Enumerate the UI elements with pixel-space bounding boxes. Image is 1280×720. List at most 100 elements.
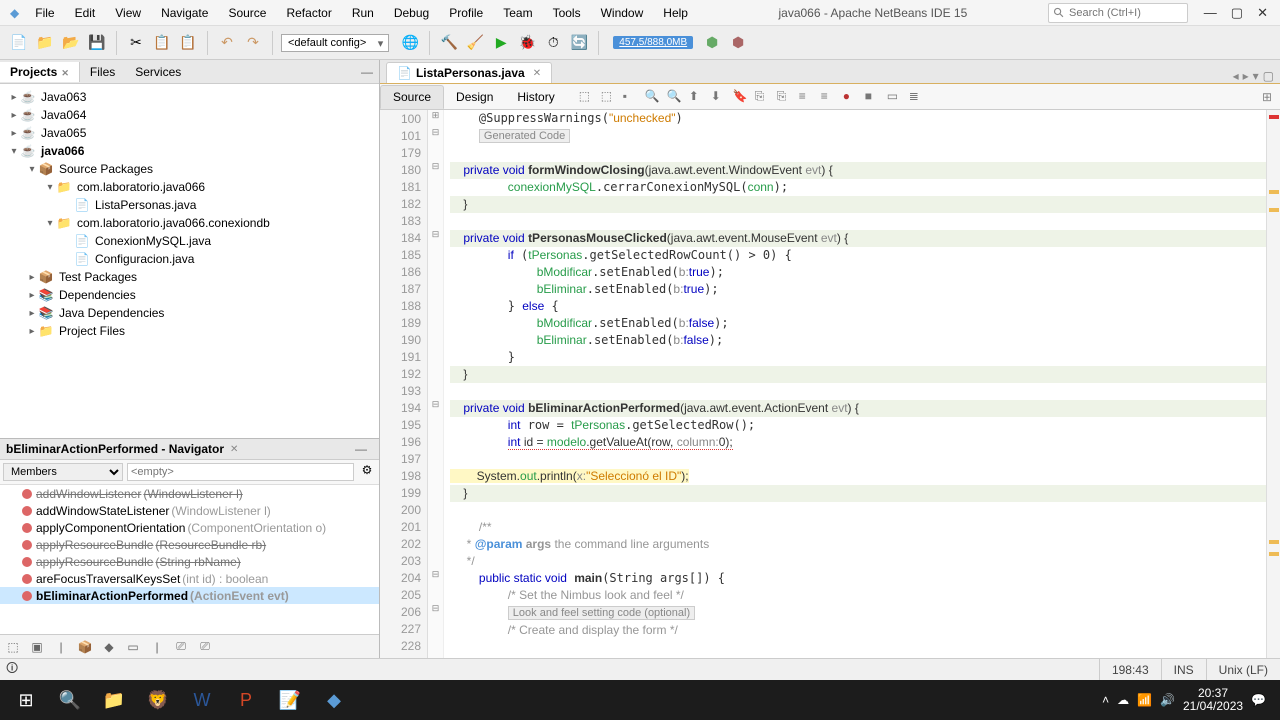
- et-prev[interactable]: ⬆: [689, 89, 705, 105]
- subtab-source[interactable]: Source: [380, 85, 444, 109]
- panel-minimize[interactable]: —: [355, 65, 379, 79]
- navigator-item[interactable]: applyResourceBundle(String rbName): [0, 553, 379, 570]
- et-ic14[interactable]: ▭: [887, 89, 903, 105]
- run-icon[interactable]: ▶: [490, 32, 512, 54]
- menu-source[interactable]: Source: [218, 2, 276, 24]
- tray-wifi-icon[interactable]: 📶: [1137, 693, 1152, 707]
- tray-onedrive-icon[interactable]: ☁: [1117, 693, 1129, 707]
- et-ic15[interactable]: ≣: [909, 89, 925, 105]
- tree-row[interactable]: ▾📁com.laboratorio.java066.conexiondb: [2, 214, 377, 232]
- menu-edit[interactable]: Edit: [65, 2, 106, 24]
- navigator-item[interactable]: addWindowListener(WindowListener l): [0, 485, 379, 502]
- status-notification-icon[interactable]: 🛈: [0, 659, 18, 680]
- menu-debug[interactable]: Debug: [384, 2, 439, 24]
- navigator-item[interactable]: applyComponentOrientation(ComponentOrien…: [0, 519, 379, 536]
- et-find[interactable]: 🔍: [645, 89, 661, 105]
- et-next[interactable]: ⬇: [711, 89, 727, 105]
- tree-row[interactable]: ▸☕Java064: [2, 106, 377, 124]
- tab-projects[interactable]: Projects✕: [0, 62, 80, 82]
- tree-row[interactable]: 📄ConexionMySQL.java: [2, 232, 377, 250]
- code-editor[interactable]: @SuppressWarnings("unchecked") Generated…: [444, 110, 1266, 658]
- cut-icon[interactable]: ✂: [125, 32, 147, 54]
- taskbar-notepad[interactable]: 📝: [268, 680, 312, 720]
- tray-notifications-icon[interactable]: 💬: [1251, 693, 1266, 707]
- navigator-item[interactable]: bEliminarActionPerformed(ActionEvent evt…: [0, 587, 379, 604]
- config-dropdown[interactable]: <default config>: [281, 34, 389, 52]
- navigator-list[interactable]: addWindowListener(WindowListener l)addWi…: [0, 485, 379, 634]
- tree-row[interactable]: ▾☕java066: [2, 142, 377, 160]
- tab-prev-icon[interactable]: ◂: [1233, 69, 1239, 83]
- new-file-icon[interactable]: 📄: [8, 32, 30, 54]
- tree-row[interactable]: ▸📁Project Files: [2, 322, 377, 340]
- navigator-item[interactable]: areFocusTraversalKeysSet(int id) : boole…: [0, 570, 379, 587]
- minimize-button[interactable]: —: [1204, 5, 1217, 21]
- et-ic9[interactable]: ⎘: [777, 89, 793, 105]
- globe-icon[interactable]: 🌐: [399, 32, 421, 54]
- tray-volume-icon[interactable]: 🔊: [1160, 693, 1175, 707]
- nav-ic5[interactable]: ▭: [124, 640, 142, 654]
- taskbar-word[interactable]: W: [180, 680, 224, 720]
- et-ic2[interactable]: ⬚: [601, 89, 617, 105]
- menu-view[interactable]: View: [105, 2, 151, 24]
- line-gutter[interactable]: 1001011791801811821831841851861871881891…: [380, 110, 428, 658]
- gc-icon[interactable]: ⬢: [727, 32, 749, 54]
- navigator-config-icon[interactable]: ⚙: [358, 463, 376, 481]
- editor-tab-listapersonas[interactable]: 📄 ListaPersonas.java ✕: [386, 62, 552, 83]
- debug-icon[interactable]: 🐞: [516, 32, 538, 54]
- memory-indicator[interactable]: 457,5/888,0MB: [613, 36, 693, 49]
- nav-ic3[interactable]: 📦: [76, 640, 94, 654]
- taskbar-brave[interactable]: 🦁: [136, 680, 180, 720]
- copy-icon[interactable]: 📋: [151, 32, 173, 54]
- editor-split-icon[interactable]: ⊞: [1254, 90, 1280, 104]
- status-insert-mode[interactable]: INS: [1161, 659, 1206, 680]
- clean-build-icon[interactable]: 🧹: [464, 32, 486, 54]
- close-button[interactable]: ✕: [1257, 5, 1268, 21]
- tree-row[interactable]: ▸📚Java Dependencies: [2, 304, 377, 322]
- search-input[interactable]: [1069, 7, 1183, 19]
- menu-tools[interactable]: Tools: [543, 2, 591, 24]
- navigator-minimize[interactable]: —: [349, 442, 373, 456]
- tree-row[interactable]: ▸📦Test Packages: [2, 268, 377, 286]
- navigator-close[interactable]: ✕: [230, 444, 238, 455]
- nav-ic4[interactable]: ◆: [100, 640, 118, 654]
- tree-row[interactable]: ▾📦Source Packages: [2, 160, 377, 178]
- et-stop[interactable]: ■: [865, 89, 881, 105]
- menu-refactor[interactable]: Refactor: [276, 2, 341, 24]
- tab-services[interactable]: Services: [125, 62, 191, 82]
- start-button[interactable]: ⊞: [4, 680, 48, 720]
- editor-tab-close[interactable]: ✕: [533, 68, 541, 79]
- taskbar-clock[interactable]: 20:37 21/04/2023: [1183, 687, 1243, 713]
- tree-row[interactable]: 📄Configuracion.java: [2, 250, 377, 268]
- nav-ic6[interactable]: ⎚: [172, 639, 190, 654]
- new-project-icon[interactable]: 📁: [34, 32, 56, 54]
- taskbar-search[interactable]: 🔍: [48, 680, 92, 720]
- menu-help[interactable]: Help: [653, 2, 698, 24]
- tab-list-icon[interactable]: ▾: [1253, 69, 1259, 83]
- et-ic8[interactable]: ⎘: [755, 89, 771, 105]
- menu-run[interactable]: Run: [342, 2, 384, 24]
- menu-team[interactable]: Team: [493, 2, 542, 24]
- tree-row[interactable]: ▸☕Java063: [2, 88, 377, 106]
- et-replace[interactable]: 🔍: [667, 89, 683, 105]
- subtab-design[interactable]: Design: [444, 86, 505, 108]
- taskbar-powerpoint[interactable]: P: [224, 680, 268, 720]
- error-strip[interactable]: [1266, 110, 1280, 658]
- et-ic1[interactable]: ⬚: [579, 89, 595, 105]
- open-project-icon[interactable]: 📂: [60, 32, 82, 54]
- tray-chevron-icon[interactable]: ˄: [1102, 693, 1109, 707]
- tab-next-icon[interactable]: ▸: [1243, 69, 1249, 83]
- redo-icon[interactable]: ↷: [242, 32, 264, 54]
- fold-column[interactable]: ⊞⊟⊟⊟⊟⊟⊟: [428, 110, 444, 658]
- navigator-item[interactable]: addWindowStateListener(WindowListener l): [0, 502, 379, 519]
- nav-ic7[interactable]: ⎚: [196, 639, 214, 654]
- menu-file[interactable]: File: [25, 2, 64, 24]
- menu-profile[interactable]: Profile: [439, 2, 493, 24]
- taskbar-explorer[interactable]: 📁: [92, 680, 136, 720]
- tab-max-icon[interactable]: ▢: [1263, 69, 1274, 83]
- tree-row[interactable]: ▾📁com.laboratorio.java066: [2, 178, 377, 196]
- et-record[interactable]: ●: [843, 89, 859, 105]
- tree-row[interactable]: ▸☕Java065: [2, 124, 377, 142]
- quick-search[interactable]: [1048, 3, 1188, 23]
- taskbar-netbeans[interactable]: ◆: [312, 680, 356, 720]
- profile-icon[interactable]: ⏱: [542, 32, 564, 54]
